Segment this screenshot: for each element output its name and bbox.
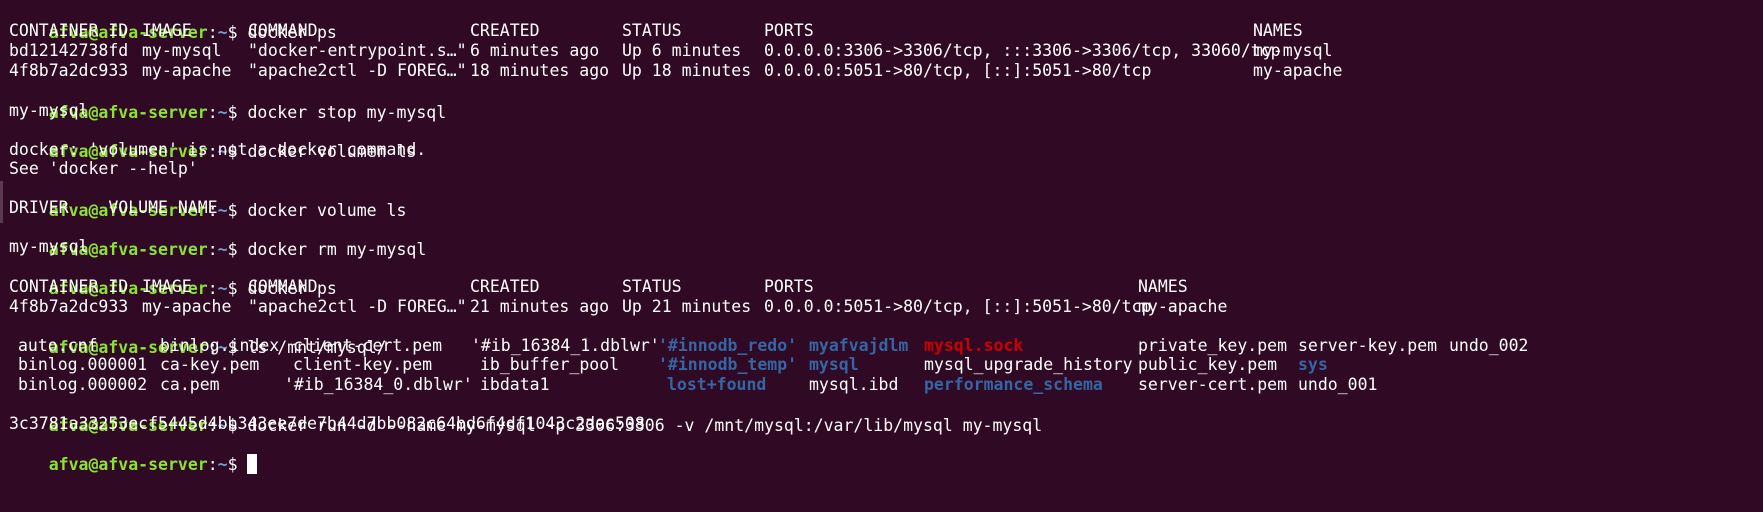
prompt-line: afva@afva-server:~$ docker volumen ls [9,119,417,161]
prompt-colon: : [207,455,218,474]
ps-header-row: CONTAINER ID IMAGE COMMAND CREATED STATU… [9,20,1749,42]
prompt-path: ~ [217,455,228,474]
ls-file: ib_buffer_pool [480,355,620,374]
ps-cell-created: 6 minutes ago [470,41,600,60]
ls-file: mysql_upgrade_history [924,355,1133,374]
ls-file: binlog.000001 [18,355,148,374]
ps-header-status: STATUS [622,21,682,40]
ps-cell-names: my-apache [1253,61,1343,80]
ps-cell-created: 21 minutes ago [470,297,610,316]
prompt-line: afva@afva-server:~$ ls /mnt/mysql/ [9,315,387,357]
ps-cell-status: Up 6 minutes [622,41,742,60]
ps-cell-status: Up 18 minutes [622,61,752,80]
ls-directory: mysql [809,355,859,374]
text-cursor[interactable] [247,454,258,474]
ps-header-container-id: CONTAINER ID [9,277,129,296]
ps-header-created: CREATED [470,21,540,40]
ps-header-container-id: CONTAINER ID [9,21,129,40]
prompt-line: afva@afva-server:~$ docker ps [9,256,337,298]
ps-cell-ports: 0.0.0.0:3306->3306/tcp, :::3306->3306/tc… [764,41,1281,60]
ps-row: bd12142738fd my-mysql "docker-entrypoint… [9,40,1749,62]
ps-header-row: CONTAINER ID IMAGE COMMAND CREATED STATU… [9,276,1749,298]
ps-cell-command: "apache2ctl -D FOREG…" [248,61,467,80]
scroll-edge-marker [0,181,3,223]
ps-cell-names: my-apache [1138,297,1228,316]
prompt-user-host: afva@afva-server [48,455,208,474]
ps-header-command: COMMAND [248,21,318,40]
ps-header-names: NAMES [1253,21,1303,40]
ls-directory: '#innodb_temp' [658,355,798,374]
prompt-line: afva@afva-server:~$ docker ps [9,0,337,42]
output-line: my-mysql [9,237,89,256]
ls-directory: sys [1298,355,1328,374]
ps-cell-status: Up 21 minutes [622,297,752,316]
ls-row: binlog.000001 ca-key.pem client-key.pem … [9,354,1749,376]
volume-header-line: DRIVER VOLUME NAME [9,198,218,217]
ps-cell-image: my-mysql [142,41,222,60]
ps-header-command: COMMAND [248,277,318,296]
ps-cell-container-id: 4f8b7a2dc933 [9,61,129,80]
ps-header-image: IMAGE [142,21,192,40]
ps-cell-ports: 0.0.0.0:5051->80/tcp, [::]:5051->80/tcp [764,297,1152,316]
terminal-window[interactable]: afva@afva-server:~$ docker ps CONTAINER … [0,0,1763,512]
ps-cell-created: 18 minutes ago [470,61,610,80]
ps-cell-image: my-apache [142,61,232,80]
ls-file: public_key.pem [1138,355,1278,374]
ls-file: undo_001 [1298,375,1378,394]
ps-cell-ports: 0.0.0.0:5051->80/tcp, [::]:5051->80/tcp [764,61,1152,80]
ps-header-names: NAMES [1138,277,1188,296]
active-prompt-line[interactable]: afva@afva-server:~$ [9,432,258,474]
prompt-line: afva@afva-server:~$ docker run -d --name… [9,393,1042,435]
ls-file: ca-key.pem [160,355,260,374]
ps-cell-command: "docker-entrypoint.s…" [248,41,467,60]
ps-cell-container-id: bd12142738fd [9,41,129,60]
ps-row: 4f8b7a2dc933 my-apache "apache2ctl -D FO… [9,60,1749,82]
prompt-line: afva@afva-server:~$ docker stop my-mysql [9,80,446,122]
ps-header-ports: PORTS [764,277,814,296]
ps-cell-names: my-mysql [1253,41,1333,60]
ps-header-status: STATUS [622,277,682,296]
ps-header-created: CREATED [470,277,540,296]
ls-file: client-key.pem [293,355,433,374]
ps-header-ports: PORTS [764,21,814,40]
ps-header-image: IMAGE [142,277,192,296]
error-line: See 'docker --help' [9,159,198,178]
ls-file: server-cert.pem [1138,375,1288,394]
prompt-dollar: $ [227,455,248,474]
